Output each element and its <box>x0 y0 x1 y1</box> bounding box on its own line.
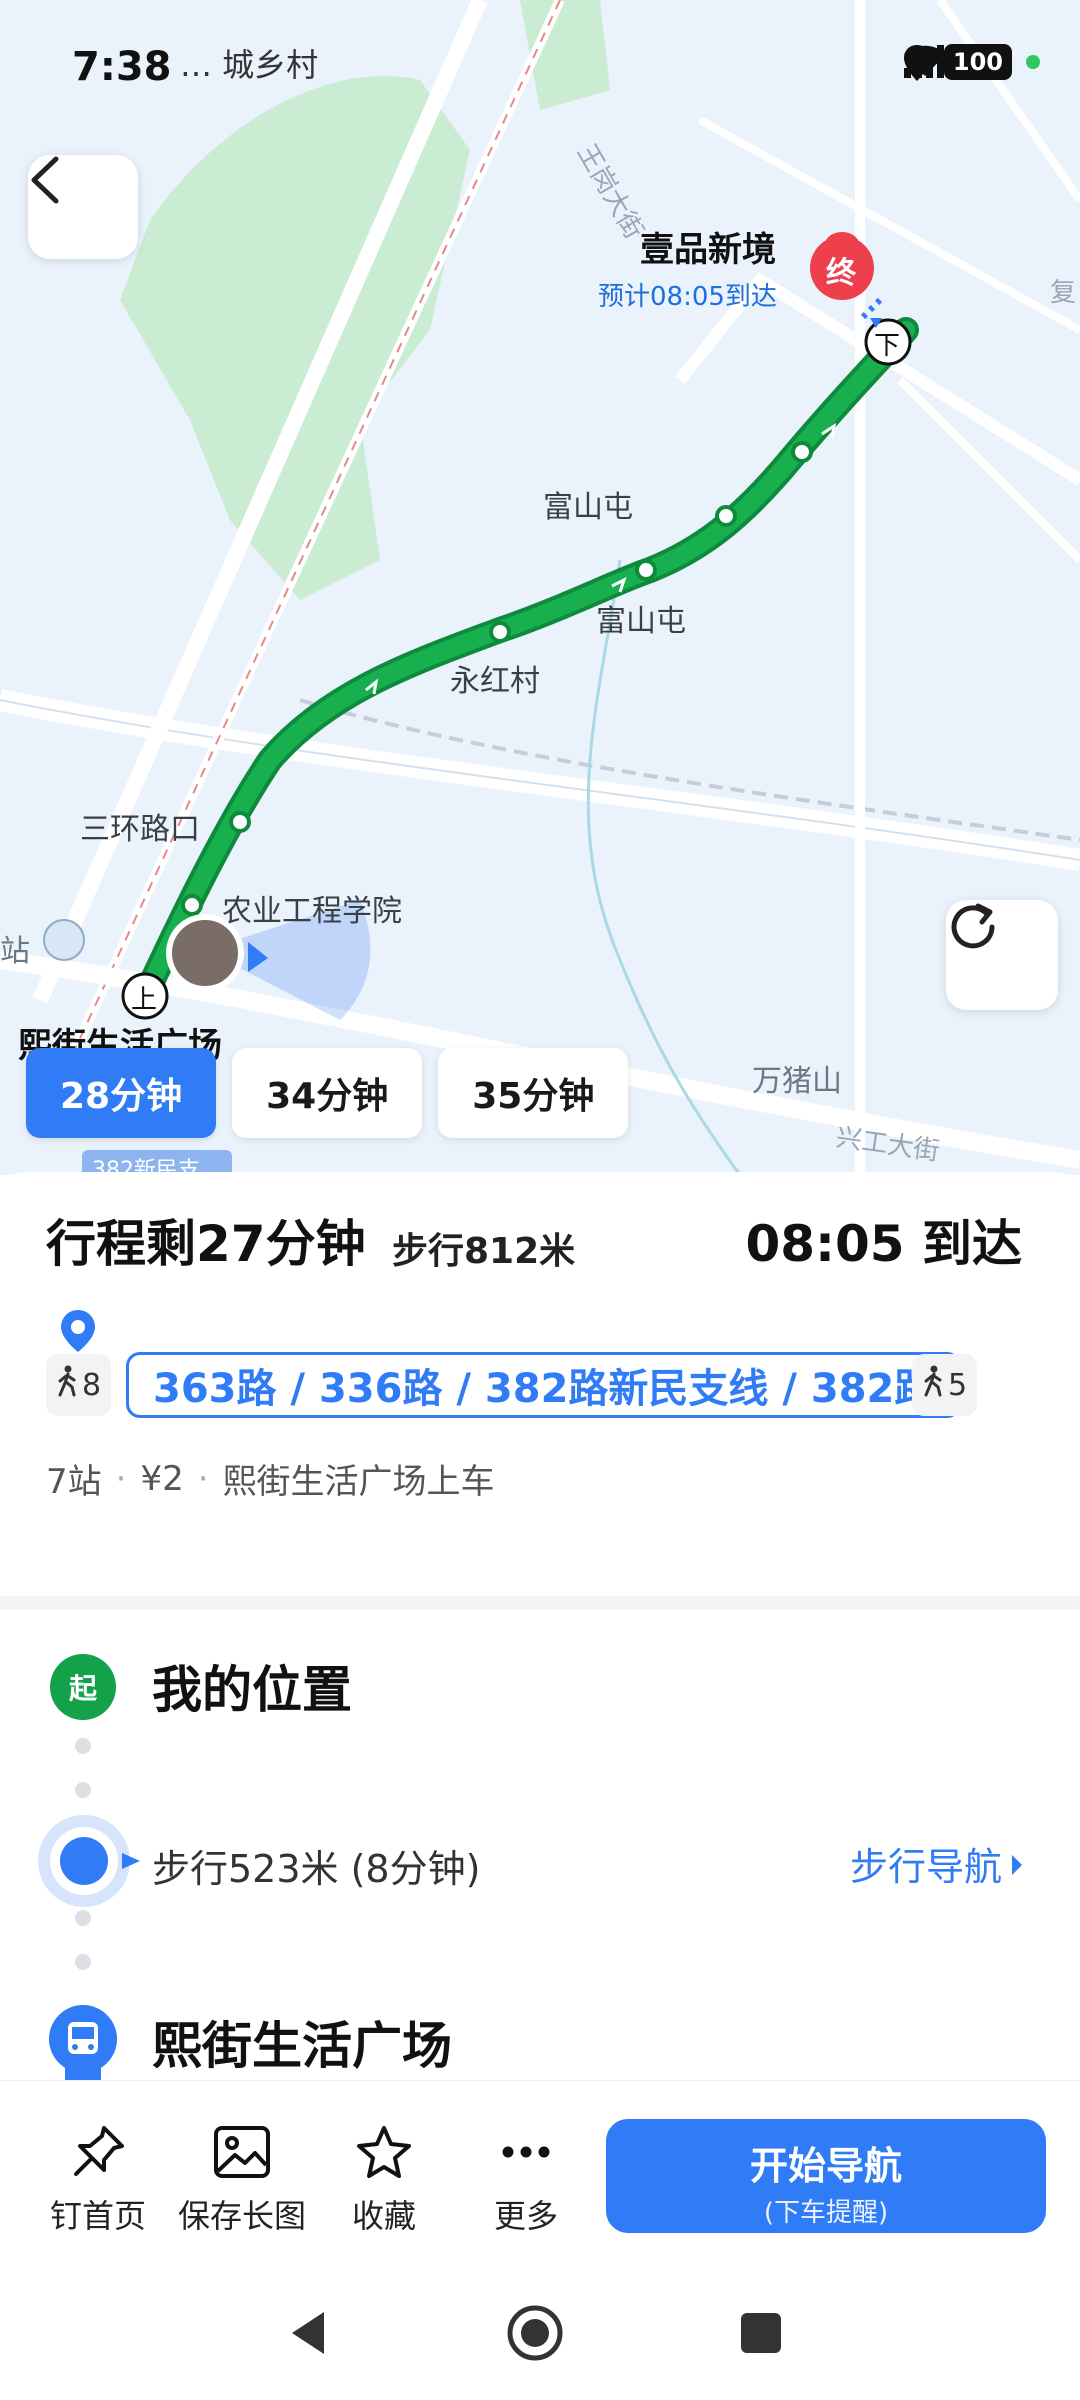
start-navigation-label: 开始导航 <box>749 2144 902 2188</box>
road-label-fu: 复 <box>1050 278 1077 308</box>
start-location-title[interactable]: 我的位置 <box>152 1650 352 1722</box>
map-label-fushantun: 富山屯 <box>543 490 633 525</box>
walk-step-text: 步行523米 (8分钟) <box>152 1847 481 1891</box>
battery-icon: 100 <box>943 44 1012 80</box>
start-badge: 起 <box>50 1654 116 1720</box>
pin-to-home-label: 钉首页 <box>49 2197 146 2235</box>
route-option-tab-1[interactable]: 28分钟 <box>26 1048 217 1138</box>
alight-marker-label[interactable]: 下 <box>874 325 900 362</box>
favorite-label: 收藏 <box>351 2197 416 2235</box>
pin-icon <box>28 2121 168 2183</box>
walking-person-icon <box>922 1365 944 1405</box>
current-location-pin-icon <box>58 1308 98 1358</box>
walk-navigation-link[interactable]: 步行导航 <box>850 1836 1024 1891</box>
chevron-right-icon <box>1010 1842 1024 1886</box>
stop-label-nongye: 农业工程学院 <box>222 894 402 929</box>
stop-label-yonghongcun: 永红村 <box>450 664 540 699</box>
more-button[interactable]: 更多 <box>456 2121 596 2237</box>
more-label: 更多 <box>493 2197 558 2235</box>
eta-label: 预计08:05到达 <box>598 282 777 312</box>
system-navigation-bar <box>0 2260 1080 2400</box>
board-stop-title[interactable]: 熙街生活广场 <box>152 2006 452 2078</box>
trip-walk-distance: 步行812米 <box>392 1231 576 1272</box>
image-icon <box>172 2121 312 2183</box>
back-button[interactable] <box>28 155 138 259</box>
trip-summary-card[interactable]: 行程剩27分钟 步行812米 08:05 到达 8 363路 / 336路 / … <box>0 1172 1080 1592</box>
camera-indicator-icon <box>1026 55 1040 69</box>
bottom-toolbar: 钉首页 保存长图 收藏 更多 开始导航 (下车提醒) <box>0 2080 1080 2260</box>
route-dot <box>75 1910 91 1926</box>
status-notification: … 城乡村 <box>180 46 319 84</box>
route-map[interactable]: 壹品新境 预计08:05到达 终 下 上 富山屯 富山屯 永红村 三环路口 农业… <box>0 0 1080 1175</box>
route-option-tab-2[interactable]: 34分钟 <box>232 1048 423 1138</box>
section-divider <box>0 1596 1080 1610</box>
stop-count: 7站 <box>46 1462 102 1502</box>
route-steps: 起 我的位置 步行523米 (8分钟) 步行导航 熙街生活广场 <box>0 1610 1080 2080</box>
route-option-tabs: 28分钟 34分钟 35分钟 <box>26 1048 629 1138</box>
walking-person-icon <box>56 1365 78 1405</box>
status-time: 7:38 <box>72 44 172 90</box>
board-marker-label[interactable]: 上 <box>131 979 157 1016</box>
bus-stop-icon <box>48 2004 118 2080</box>
stop-label-sanhuanlukou: 三环路口 <box>80 812 200 847</box>
map-label-zhan: 站 <box>0 934 30 969</box>
screen: 壹品新境 预计08:05到达 终 下 上 富山屯 富山屯 永红村 三环路口 农业… <box>0 0 1080 2400</box>
status-bar: 7:38 … 城乡村 100 <box>0 0 1080 120</box>
status-icons: 100 <box>902 44 1040 81</box>
nav-recents-icon[interactable] <box>740 2312 782 2358</box>
trip-arrival-time: 08:05 到达 <box>745 1215 1022 1273</box>
route-dot <box>75 1782 91 1798</box>
stop-label-fushantun: 富山屯 <box>596 604 686 639</box>
walk-step-icon <box>36 1812 146 1914</box>
nav-back-icon[interactable] <box>288 2310 328 2360</box>
walk-after-chip: 5 <box>912 1354 978 1416</box>
route-option-tab-3[interactable]: 35分钟 <box>438 1048 629 1138</box>
walk-before-minutes: 8 <box>82 1367 102 1403</box>
more-dots-icon <box>456 2121 596 2183</box>
map-canvas <box>0 0 1080 1175</box>
walk-before-chip: 8 <box>46 1354 112 1416</box>
map-label-wanzhushan: 万猪山 <box>752 1064 842 1099</box>
fare: ¥2 <box>140 1458 184 1499</box>
start-navigation-button[interactable]: 开始导航 (下车提醒) <box>606 2119 1046 2233</box>
route-dot <box>75 1954 91 1970</box>
meta-separator: · <box>115 1458 127 1499</box>
board-info: 熙街生活广场上车 <box>222 1462 495 1502</box>
nav-home-icon[interactable] <box>506 2304 564 2366</box>
save-long-image-label: 保存长图 <box>177 2197 306 2235</box>
alight-reminder-label: (下车提醒) <box>763 2198 889 2228</box>
end-marker-label[interactable]: 终 <box>826 248 856 292</box>
refresh-button[interactable] <box>946 900 1058 1010</box>
walk-after-minutes: 5 <box>948 1367 968 1403</box>
meta-separator: · <box>197 1458 209 1499</box>
trip-meta: 7站 · ¥2 · 熙街生活广场上车 <box>46 1454 495 1503</box>
bus-routes-chip[interactable]: 363路 / 336路 / 382路新民支线 / 382路 <box>126 1352 962 1418</box>
favorite-button[interactable]: 收藏 <box>314 2121 454 2237</box>
save-long-image-button[interactable]: 保存长图 <box>172 2121 312 2237</box>
trip-remaining-time: 行程剩27分钟 <box>46 1215 366 1273</box>
route-dot <box>75 1738 91 1754</box>
star-icon <box>314 2121 454 2183</box>
pin-to-home-button[interactable]: 钉首页 <box>28 2121 168 2237</box>
walk-navigation-label: 步行导航 <box>849 1845 1002 1889</box>
destination-label[interactable]: 壹品新境 <box>640 222 776 271</box>
